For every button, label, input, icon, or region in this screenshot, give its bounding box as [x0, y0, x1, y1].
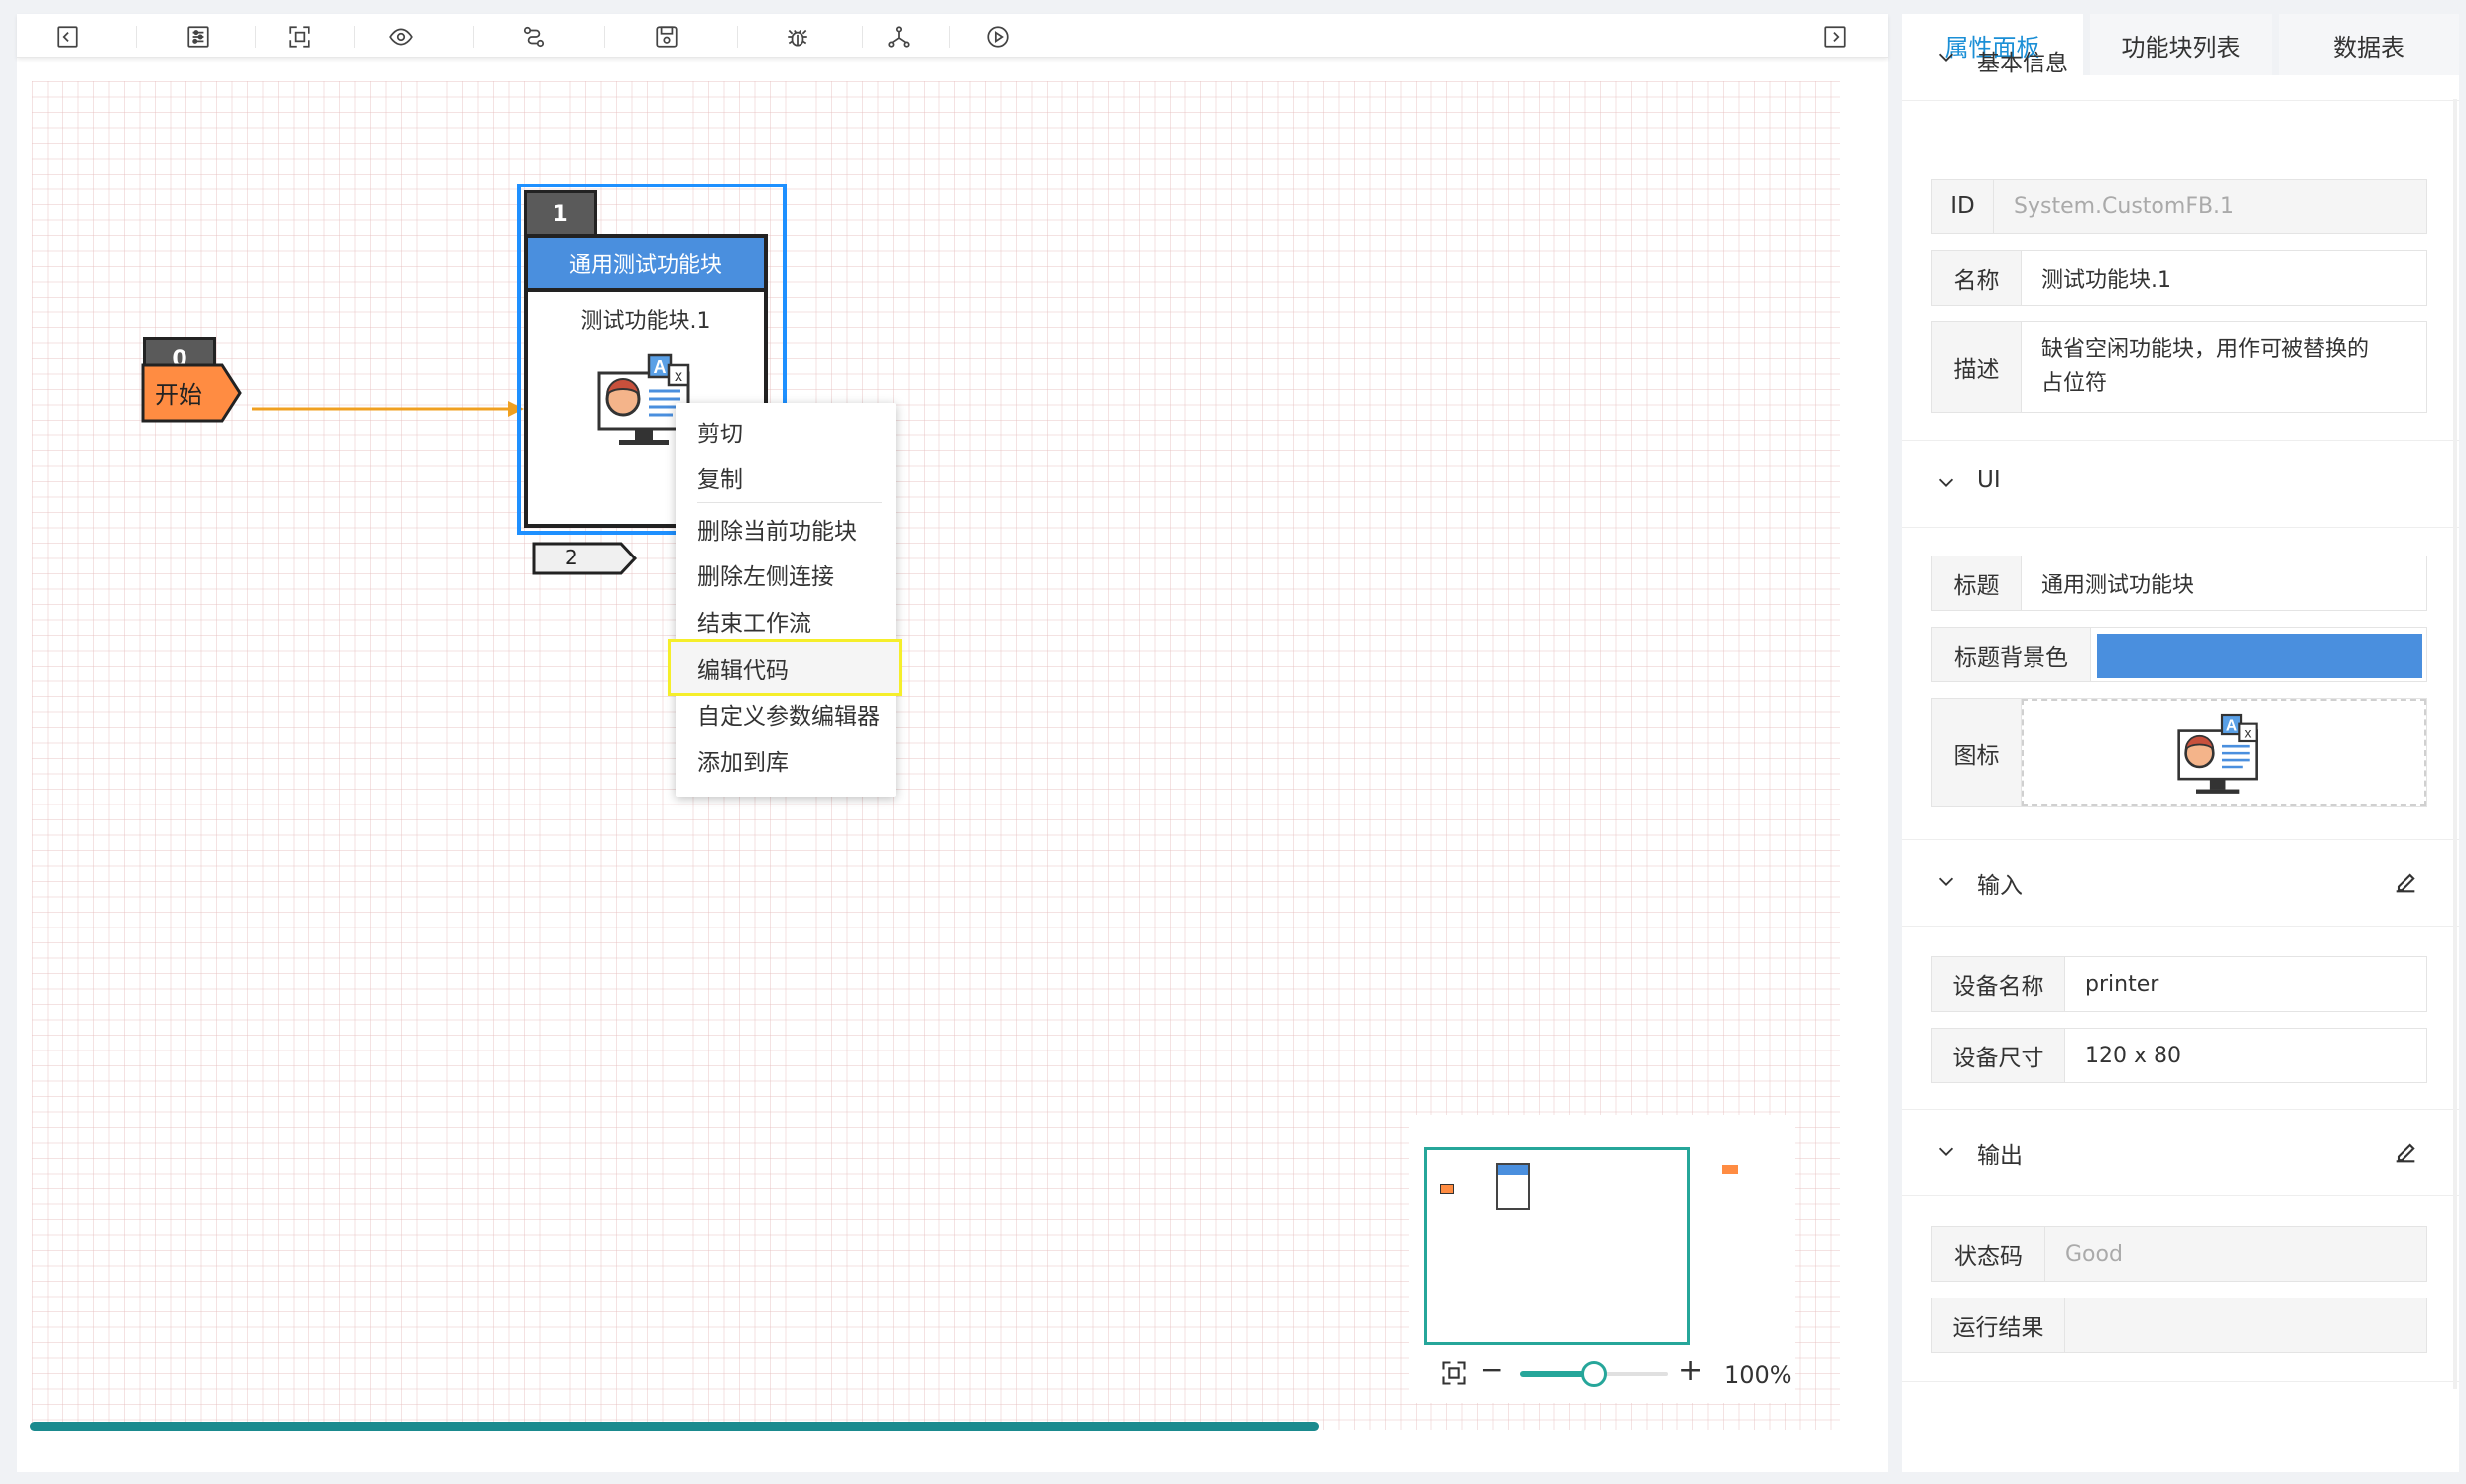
horizontal-scrollbar[interactable] — [30, 1422, 1319, 1431]
svg-text:A: A — [2226, 718, 2237, 735]
eye-icon[interactable] — [386, 22, 416, 52]
name-input[interactable]: 测试功能块.1 — [2022, 251, 2426, 305]
field-label: 名称 — [1932, 251, 2022, 305]
field-label: ID — [1932, 180, 1994, 233]
field-run-result: 运行结果 — [1931, 1298, 2427, 1353]
save-icon[interactable] — [652, 22, 681, 52]
menu-item-edit-code[interactable]: 编辑代码 — [697, 651, 789, 684]
chevron-down-icon — [1938, 1147, 1954, 1156]
connection-line[interactable] — [252, 395, 530, 425]
field-device-size: 设备尺寸 120 x 80 — [1931, 1028, 2427, 1083]
field-label: 图标 — [1932, 699, 2022, 806]
status-code-input[interactable]: Good — [2045, 1227, 2426, 1281]
section-title: 输出 — [1977, 1143, 2023, 1169]
edit-icon[interactable] — [2392, 1138, 2419, 1166]
field-name: 名称 测试功能块.1 — [1931, 250, 2427, 306]
minimap-fb-node — [1496, 1163, 1530, 1210]
collapse-right-icon[interactable] — [1820, 22, 1850, 52]
menu-item-end-workflow[interactable]: 结束工作流 — [697, 604, 811, 638]
field-device-name: 设备名称 printer — [1931, 956, 2427, 1012]
fb-port-label: 2 — [565, 546, 578, 569]
section-title: 输入 — [1977, 873, 2023, 899]
field-label: 标题背景色 — [1932, 628, 2091, 681]
chevron-down-icon — [1938, 877, 1954, 886]
fb-title: 通用测试功能块 — [528, 238, 764, 292]
title-input[interactable]: 通用测试功能块 — [2022, 556, 2426, 610]
field-label: 描述 — [1932, 322, 2022, 412]
menu-item-delete-left-links[interactable]: 删除左侧连接 — [697, 557, 834, 591]
field-icon: 图标 A x — [1931, 698, 2427, 807]
panel-scrollbar[interactable] — [2453, 99, 2457, 1389]
field-id: ID System.CustomFB.1 — [1931, 179, 2427, 234]
zoom-value: 100% — [1724, 1361, 1792, 1389]
route-icon[interactable] — [519, 22, 549, 52]
zoom-out-button[interactable]: − — [1480, 1353, 1503, 1386]
run-result-input[interactable] — [2065, 1298, 2426, 1352]
svg-text:x: x — [2245, 725, 2252, 741]
svg-text:x: x — [675, 368, 682, 385]
menu-item-copy[interactable]: 复制 — [697, 460, 743, 494]
field-label: 设备名称 — [1932, 957, 2065, 1011]
section-input[interactable]: 输入 — [1902, 839, 2459, 927]
section-title: UI — [1977, 467, 2001, 493]
collapse-left-icon[interactable] — [53, 22, 82, 52]
toolbar — [17, 14, 1888, 58]
id-input[interactable]: System.CustomFB.1 — [1994, 180, 2426, 233]
translator-icon: A x — [2177, 713, 2258, 794]
field-label: 标题 — [1932, 556, 2022, 610]
zoom-fit-icon[interactable] — [1440, 1359, 1468, 1387]
section-output[interactable]: 输出 — [1902, 1109, 2459, 1196]
svg-text:A: A — [654, 357, 667, 377]
field-status-code: 状态码 Good — [1931, 1226, 2427, 1282]
device-name-input[interactable]: printer — [2065, 957, 2426, 1011]
property-panel: 属性面板 功能块列表 数据表 基本信息 ID System.CustomFB.1… — [1902, 14, 2459, 1472]
field-title-bg-color: 标题背景色 — [1931, 627, 2427, 682]
fb-name: 测试功能块.1 — [580, 309, 711, 334]
minimap-marker — [1722, 1165, 1738, 1174]
chevron-down-icon — [1938, 478, 1954, 487]
fb-output-port[interactable] — [532, 542, 641, 575]
field-label: 运行结果 — [1932, 1298, 2065, 1352]
field-label: 设备尺寸 — [1932, 1029, 2065, 1082]
title-bg-color-swatch[interactable] — [2097, 634, 2422, 678]
context-menu: 剪切 复制 删除当前功能块 删除左侧连接 结束工作流 编辑代码 自定义参数编辑器… — [668, 403, 902, 797]
start-node-label: 开始 — [155, 381, 202, 409]
icon-upload-area[interactable]: A x — [2022, 699, 2426, 806]
network-icon[interactable] — [884, 22, 914, 52]
play-icon[interactable] — [983, 22, 1013, 52]
device-size-input[interactable]: 120 x 80 — [2065, 1029, 2426, 1082]
chevron-down-icon — [1938, 53, 1954, 62]
menu-item-custom-param-editor[interactable]: 自定义参数编辑器 — [697, 697, 880, 731]
menu-item-add-to-library[interactable]: 添加到库 — [697, 743, 789, 777]
description-input[interactable]: 缺省空闲功能块，用作可被替换的占位符 — [2022, 322, 2408, 412]
menu-item-delete-block[interactable]: 删除当前功能块 — [697, 512, 857, 546]
field-title: 标题 通用测试功能块 — [1931, 556, 2427, 611]
zoom-slider-handle[interactable] — [1581, 1361, 1607, 1387]
minimap-start-node — [1440, 1184, 1454, 1194]
section-ui[interactable]: UI — [1902, 440, 2459, 528]
minimap-viewport[interactable] — [1424, 1147, 1690, 1345]
field-label: 状态码 — [1932, 1227, 2045, 1281]
section-title: 基本信息 — [1977, 51, 2068, 76]
sliders-icon[interactable] — [184, 22, 213, 52]
fit-view-icon[interactable] — [285, 22, 314, 52]
zoom-in-button[interactable]: + — [1678, 1353, 1703, 1388]
bug-icon[interactable] — [783, 22, 812, 52]
menu-item-cut[interactable]: 剪切 — [697, 415, 743, 448]
zoom-control: − + 100% — [1428, 1353, 1805, 1393]
field-description: 描述 缺省空闲功能块，用作可被替换的占位符 — [1931, 321, 2427, 413]
fb-node-index: 1 — [524, 190, 597, 236]
edit-icon[interactable] — [2392, 868, 2419, 896]
